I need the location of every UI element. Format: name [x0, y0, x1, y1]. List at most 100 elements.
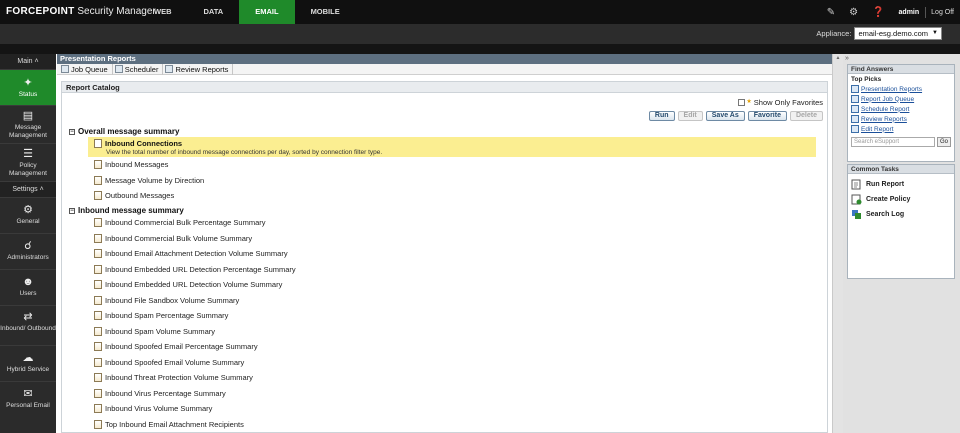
sidebar-item-label: Inbound/ Outbound — [0, 325, 56, 332]
report-title: Inbound Embedded URL Detection Volume Su… — [105, 280, 283, 289]
find-answers-title: Find Answers — [848, 65, 954, 74]
report-item[interactable]: Message Volume by Direction — [94, 176, 204, 185]
document-icon — [851, 85, 859, 93]
show-favorites-checkbox[interactable] — [738, 99, 746, 106]
appliance-dropdown[interactable]: email-esg.demo.com ▼ — [854, 27, 942, 40]
cloud-icon: ☁ — [22, 352, 34, 364]
sidebar-item-hybrid-service[interactable]: ☁ Hybrid Service — [0, 346, 56, 382]
tab-web[interactable]: WEB — [138, 0, 188, 24]
report-icon — [94, 404, 102, 413]
report-icon — [94, 358, 102, 367]
report-item[interactable]: Inbound Spam Volume Summary — [94, 327, 215, 336]
document-icon — [851, 95, 859, 103]
report-item[interactable]: Outbound Messages — [94, 191, 174, 200]
chevron-up-icon: ˄ — [39, 186, 44, 193]
delete-button[interactable]: Delete — [789, 111, 823, 121]
group-overall-message-summary[interactable]: − Overall message summary — [69, 127, 179, 136]
tab-job-queue[interactable]: Job Queue — [59, 63, 113, 75]
report-item[interactable]: Inbound Virus Percentage Summary — [94, 389, 226, 398]
link-edit-report[interactable]: Edit Report — [848, 124, 954, 134]
report-item[interactable]: Inbound Email Attachment Detection Volum… — [94, 249, 288, 258]
report-title: Inbound Messages — [105, 160, 169, 169]
favorite-button[interactable]: Favorite — [747, 111, 787, 121]
sidebar-section-settings[interactable]: Settings ˄ — [0, 182, 56, 198]
log-off-link[interactable]: Log Off — [931, 9, 954, 16]
report-title: Inbound Connections — [105, 139, 183, 148]
report-icon — [94, 234, 102, 243]
report-title: Inbound Spoofed Email Volume Summary — [105, 358, 245, 367]
tab-mobile[interactable]: MOBILE — [295, 0, 356, 24]
report-title: Inbound Spoofed Email Percentage Summary — [105, 342, 258, 351]
report-icon — [94, 176, 102, 185]
sidebar-item-inbound-outbound[interactable]: ⇄ Inbound/ Outbound — [0, 306, 56, 346]
report-item[interactable]: Inbound Commercial Bulk Volume Summary — [94, 234, 252, 243]
sidebar-item-users[interactable]: ☻ Users — [0, 270, 56, 306]
save-as-button[interactable]: Save As — [705, 111, 745, 121]
group-title: Overall message summary — [78, 127, 180, 136]
group-title: Inbound message summary — [78, 206, 184, 215]
collapse-icon[interactable]: − — [69, 207, 75, 214]
link-presentation-reports[interactable]: Presentation Reports — [848, 84, 954, 94]
group-inbound-message-summary[interactable]: − Inbound message summary — [69, 206, 184, 215]
report-item[interactable]: Inbound Spoofed Email Percentage Summary — [94, 342, 258, 351]
sidebar-item-label: Users — [19, 290, 37, 297]
sidebar-main-label: Main — [17, 58, 33, 65]
report-item[interactable]: Inbound Messages — [94, 160, 168, 169]
report-item[interactable]: Inbound File Sandbox Volume Summary — [94, 296, 239, 305]
report-item[interactable]: Inbound Threat Protection Volume Summary — [94, 373, 253, 382]
report-inbound-connections[interactable]: Inbound Connections — [94, 139, 182, 148]
task-search-log[interactable]: Search Log — [848, 207, 954, 222]
sidebar-item-message-management[interactable]: ▤ Message Management — [0, 106, 56, 144]
collapse-icon[interactable]: − — [69, 128, 75, 135]
task-create-policy[interactable]: Create Policy — [848, 192, 954, 207]
job-queue-icon — [61, 65, 69, 73]
link-label: Schedule Report — [861, 105, 910, 113]
report-item[interactable]: Inbound Embedded URL Detection Volume Su… — [94, 280, 282, 289]
report-item[interactable]: Inbound Spoofed Email Volume Summary — [94, 358, 244, 367]
report-title: Inbound Virus Volume Summary — [105, 404, 213, 413]
sidebar-section-main[interactable]: Main ˄ — [0, 54, 56, 70]
sidebar-item-administrators[interactable]: ☌ Administrators — [0, 234, 56, 270]
link-review-reports[interactable]: Review Reports — [848, 114, 954, 124]
tab-review-reports[interactable]: Review Reports — [163, 63, 234, 75]
tab-label: Scheduler — [124, 64, 159, 74]
tools-icon[interactable]: ✎ — [827, 7, 835, 18]
scroll-up-icon[interactable]: ▲ — [833, 54, 843, 62]
page-title: Presentation Reports — [57, 54, 832, 64]
common-tasks-box: Common Tasks Run Report Create Policy Se… — [847, 164, 955, 279]
report-item[interactable]: Inbound Embedded URL Detection Percentag… — [94, 265, 296, 274]
report-item[interactable]: Top Inbound Email Attachment Recipients — [94, 420, 244, 429]
report-item[interactable]: Inbound Commercial Bulk Percentage Summa… — [94, 218, 266, 227]
report-title: Inbound Spam Volume Summary — [105, 327, 216, 336]
report-item[interactable]: Inbound Virus Volume Summary — [94, 404, 212, 413]
document-icon — [851, 105, 859, 113]
sidebar-item-personal-email[interactable]: ✉ Personal Email — [0, 382, 56, 418]
chevron-down-icon: ▼ — [932, 30, 938, 36]
appliance-value: email-esg.demo.com — [858, 29, 929, 38]
link-report-job-queue[interactable]: Report Job Queue — [848, 94, 954, 104]
tab-data[interactable]: DATA — [188, 0, 240, 24]
help-icon[interactable]: ❓ — [872, 7, 884, 18]
favorites-filter: ★ Show Only Favorites — [738, 98, 823, 107]
sidebar-item-general[interactable]: ⚙ General — [0, 198, 56, 234]
tab-scheduler[interactable]: Scheduler — [113, 63, 164, 75]
tab-email[interactable]: EMAIL — [239, 0, 295, 24]
report-icon — [94, 420, 102, 429]
edit-button[interactable]: Edit — [677, 111, 703, 121]
sidebar-item-policy-management[interactable]: ☰ Policy Management — [0, 144, 56, 182]
link-schedule-report[interactable]: Schedule Report — [848, 104, 954, 114]
sidebar-item-status[interactable]: ✦ Status — [0, 70, 56, 106]
collapse-panel-icon[interactable]: » — [843, 54, 960, 63]
gear-icon[interactable]: ⚙ — [849, 7, 858, 18]
report-item[interactable]: Inbound Spam Percentage Summary — [94, 311, 228, 320]
document-icon — [851, 115, 859, 123]
catalog-title: Report Catalog — [62, 82, 827, 93]
task-run-report[interactable]: Run Report — [848, 177, 954, 192]
go-button[interactable]: Go — [936, 137, 951, 147]
right-panel: » Find Answers Top Picks Presentation Re… — [843, 54, 960, 433]
review-reports-icon — [165, 65, 174, 73]
run-button[interactable]: Run — [648, 111, 675, 121]
search-input[interactable]: Search eSupport — [851, 137, 935, 147]
vertical-scrollbar[interactable]: ▲ — [832, 54, 843, 433]
user-name[interactable]: admin — [899, 9, 920, 16]
